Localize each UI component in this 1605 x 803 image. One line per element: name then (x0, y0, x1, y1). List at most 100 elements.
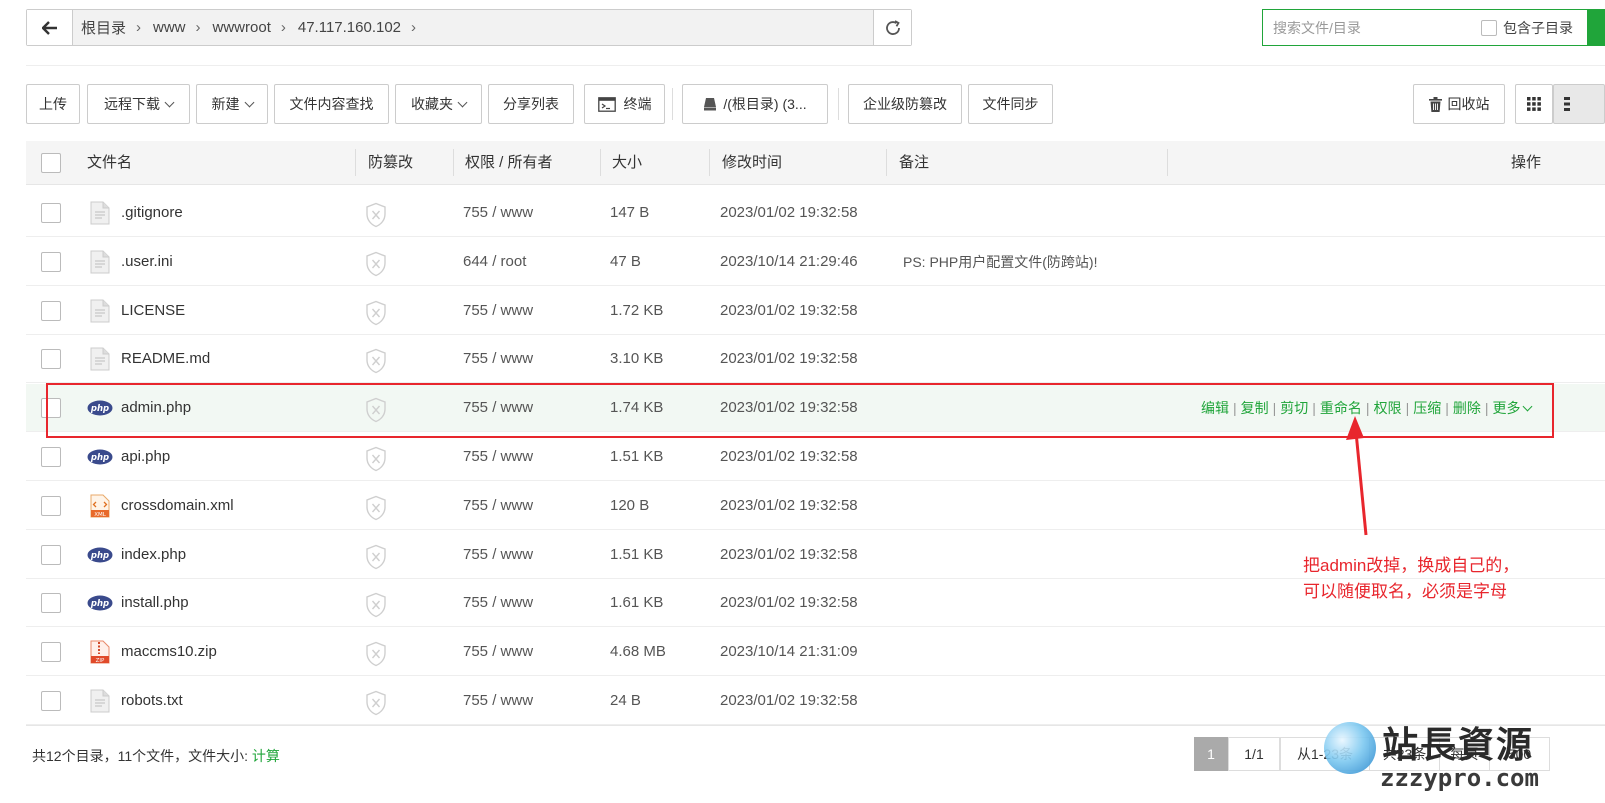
upload-button[interactable]: 上传 (26, 84, 80, 124)
file-mtime: 2023/10/14 21:29:46 (720, 252, 858, 270)
file-name[interactable]: README.md (121, 335, 210, 383)
favorites-button[interactable]: 收藏夹 (395, 84, 482, 124)
terminal-button[interactable]: 终端 (584, 84, 665, 124)
row-checkbox[interactable] (41, 642, 61, 663)
file-size: 1.61 KB (610, 594, 664, 612)
shield-icon[interactable] (365, 690, 387, 721)
row-checkbox[interactable] (41, 447, 61, 467)
file-name[interactable]: robots.txt (121, 677, 183, 725)
file-name[interactable]: .user.ini (121, 238, 173, 286)
select-all-checkbox[interactable] (41, 153, 61, 173)
file-perm-owner[interactable]: 755 / www (463, 287, 533, 335)
table-row[interactable]: .gitignore 755 / www 147 B 2023/01/02 19:32… (26, 189, 1605, 237)
chevron-down-icon (164, 97, 175, 107)
breadcrumb-item[interactable]: www (153, 19, 186, 36)
row-checkbox[interactable] (41, 203, 61, 223)
file-icon (90, 201, 110, 225)
row-checkbox[interactable] (41, 691, 61, 711)
shield-icon[interactable] (365, 592, 387, 623)
new-button[interactable]: 新建 (196, 84, 268, 124)
row-checkbox[interactable] (41, 495, 61, 516)
file-perm-owner[interactable]: 644 / root (463, 238, 526, 286)
toolbar-divider (672, 88, 673, 120)
file-name[interactable]: index.php (121, 531, 186, 579)
header-name[interactable]: 文件名 (87, 141, 132, 184)
calc-link[interactable]: 计算 (252, 748, 280, 764)
file-icon (90, 250, 110, 274)
recycle-bin-button[interactable]: 回收站 (1413, 84, 1505, 124)
file-name[interactable]: .gitignore (121, 189, 183, 237)
row-checkbox[interactable] (41, 251, 61, 272)
grid-view-button[interactable] (1515, 84, 1553, 124)
refresh-button[interactable] (873, 10, 911, 45)
row-checkbox[interactable] (41, 544, 61, 565)
shield-icon[interactable] (365, 202, 387, 233)
file-perm-owner[interactable]: 755 / www (463, 335, 533, 383)
shield-icon[interactable] (365, 495, 387, 526)
file-perm-owner[interactable]: 755 / www (463, 579, 533, 627)
file-mtime: 2023/10/14 21:31:09 (720, 643, 858, 661)
file-name[interactable]: LICENSE (121, 287, 185, 335)
back-button[interactable] (27, 10, 73, 45)
header-ops: 操作 (1511, 154, 1542, 171)
table-row[interactable]: ZIP maccms10.zip 755 / www 4.68 MB 2023/10/1… (26, 628, 1605, 677)
svg-text:XML: XML (94, 512, 107, 518)
breadcrumb-separator: › (411, 19, 417, 36)
file-perm-owner[interactable]: 755 / www (463, 189, 533, 237)
column-divider (600, 149, 601, 176)
row-checkbox[interactable] (41, 300, 61, 321)
breadcrumb-item[interactable]: wwwroot (213, 19, 271, 36)
file-name[interactable]: maccms10.zip (121, 628, 217, 676)
share-list-label: 分享列表 (503, 96, 559, 112)
file-perm-owner[interactable]: 755 / www (463, 628, 533, 676)
include-subdir-toggle[interactable]: 包含子目录 (1481, 18, 1573, 38)
breadcrumb-item[interactable]: 47.117.160.102 (298, 19, 401, 36)
file-remark[interactable]: PS: PHP用户配置文件(防跨站)! (903, 238, 1097, 286)
row-checkbox[interactable] (41, 349, 61, 370)
shield-icon[interactable] (365, 544, 387, 575)
file-mtime: 2023/01/02 19:32:58 (720, 545, 858, 563)
list-view-button[interactable] (1553, 84, 1605, 124)
table-row[interactable]: LICENSE 755 / www 1.72 KB 2023/01/02 19:32:… (26, 287, 1605, 335)
header-mtime[interactable]: 修改时间 (722, 141, 782, 184)
favorites-label: 收藏夹 (411, 96, 453, 112)
file-perm-owner[interactable]: 755 / www (463, 531, 533, 579)
table-row[interactable]: README.md 755 / www 3.10 KB 2023/01/02 19:3… (26, 335, 1605, 384)
page-current[interactable]: 1 (1194, 737, 1228, 771)
file-perm-owner[interactable]: 755 / www (463, 482, 533, 530)
tamper-proof-button[interactable]: 企业级防篡改 (848, 84, 962, 124)
shield-icon[interactable] (365, 300, 387, 331)
include-subdir-checkbox[interactable] (1481, 19, 1497, 36)
file-size: 24 B (610, 692, 641, 709)
footer-summary: 共12个目录，11个文件，文件大小: 计算 (32, 746, 280, 766)
share-list-button[interactable]: 分享列表 (488, 84, 574, 124)
disk-button[interactable]: /(根目录) (3... (682, 84, 828, 124)
file-size: 1.72 KB (610, 301, 664, 319)
file-perm-owner[interactable]: 755 / www (463, 433, 533, 481)
shield-icon[interactable] (365, 446, 387, 477)
search-input[interactable] (1263, 11, 1475, 44)
summary-text: 共12个目录，11个文件，文件大小: (32, 748, 252, 764)
file-sync-button[interactable]: 文件同步 (968, 84, 1053, 124)
shield-icon[interactable] (365, 251, 387, 282)
file-perm-owner[interactable]: 755 / www (463, 677, 533, 725)
file-name[interactable]: crossdomain.xml (121, 482, 234, 530)
remote-download-button[interactable]: 远程下载 (87, 84, 190, 124)
shield-icon[interactable] (365, 641, 387, 672)
content-search-button[interactable]: 文件内容查找 (274, 84, 389, 124)
row-checkbox[interactable] (41, 593, 61, 614)
search-box: 包含子目录 (1262, 9, 1605, 46)
shield-icon[interactable] (365, 348, 387, 379)
disk-icon (704, 98, 717, 111)
header-perm-owner[interactable]: 权限 / 所有者 (465, 141, 553, 184)
table-row[interactable]: .user.ini 644 / root 47 B 2023/10/14 21:29:… (26, 238, 1605, 286)
breadcrumb-item[interactable]: 根目录 (81, 17, 126, 38)
file-mtime: 2023/01/02 19:32:58 (720, 692, 858, 709)
file-name[interactable]: install.php (121, 579, 189, 627)
header-size[interactable]: 大小 (612, 141, 642, 184)
list-icon (1564, 97, 1570, 111)
search-button[interactable] (1587, 9, 1605, 46)
file-name[interactable]: api.php (121, 433, 170, 481)
column-divider (1167, 149, 1168, 176)
file-size: 4.68 MB (610, 643, 666, 661)
